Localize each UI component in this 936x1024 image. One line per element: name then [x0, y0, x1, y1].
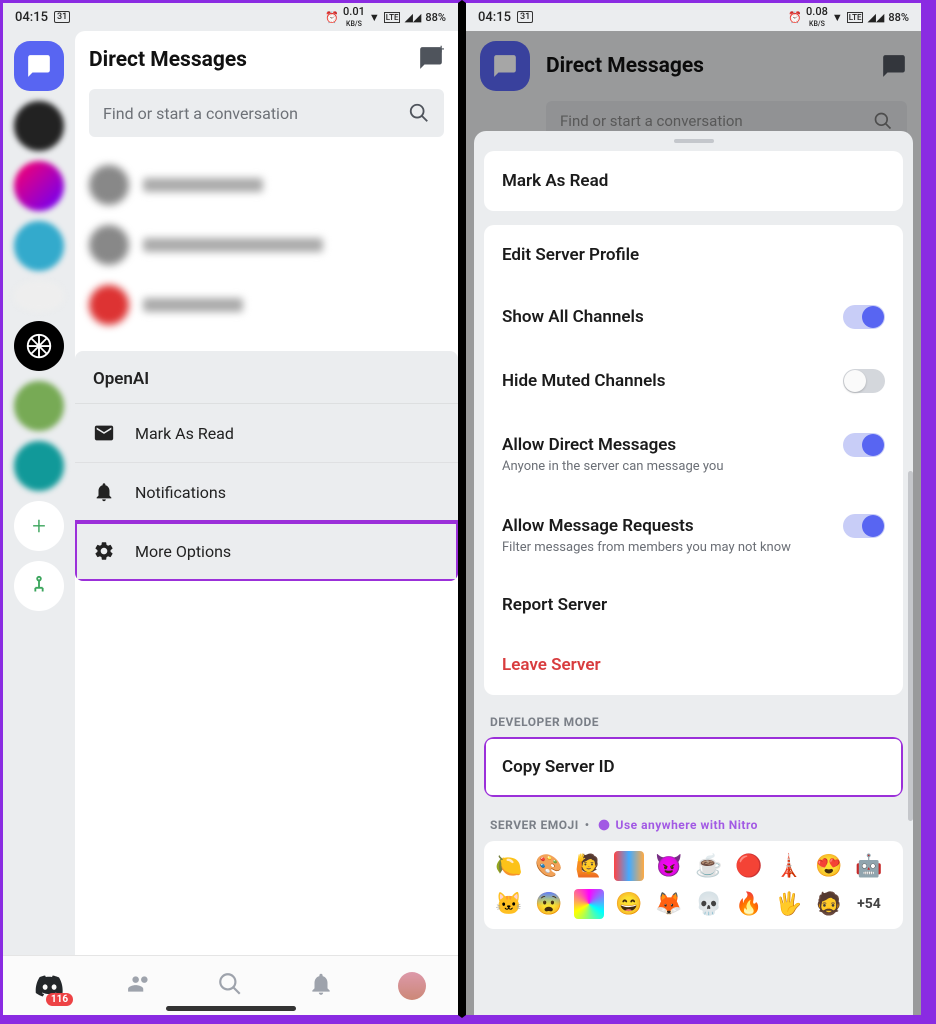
server-item[interactable]	[14, 381, 64, 431]
emoji-item[interactable]: 🔥	[734, 889, 764, 919]
emoji-item[interactable]: 😄	[614, 889, 644, 919]
dm-main-pane: Direct Messages + Find or start a conver…	[75, 31, 458, 955]
nav-profile[interactable]	[398, 972, 426, 1000]
emoji-item[interactable]: 🔴	[734, 851, 764, 881]
dm-conversation[interactable]	[89, 275, 444, 335]
emoji-item[interactable]: 🧔	[814, 889, 844, 919]
signal-icon: ◢◢	[404, 11, 421, 24]
dm-home-button[interactable]	[14, 41, 64, 91]
status-time: 04:15	[15, 10, 48, 25]
home-indicator	[166, 1006, 296, 1011]
server-item[interactable]	[14, 281, 64, 311]
dm-conversation[interactable]	[89, 155, 444, 215]
discover-button[interactable]	[14, 561, 64, 611]
bottom-nav: 116	[3, 955, 458, 1015]
ctx-more-options[interactable]: More Options	[75, 522, 458, 581]
add-server-button[interactable]: +	[14, 501, 64, 551]
scrollbar[interactable]	[908, 471, 913, 821]
emoji-item[interactable]: 🤖	[854, 851, 884, 881]
wifi-icon: ▼	[832, 11, 843, 24]
notification-badge: 116	[46, 993, 73, 1006]
more-emoji-button[interactable]: +54	[854, 889, 884, 919]
toggle-on-icon[interactable]	[843, 305, 885, 329]
search-placeholder: Find or start a conversation	[103, 104, 298, 123]
emoji-item[interactable]: 🖐️	[774, 889, 804, 919]
emoji-item[interactable]	[614, 851, 644, 881]
emoji-item[interactable]: 😍	[814, 851, 844, 881]
server-item[interactable]	[14, 441, 64, 491]
lte-icon: LTE	[847, 12, 864, 23]
emoji-item[interactable]: 🦊	[654, 889, 684, 919]
copy-server-id-button[interactable]: Copy Server ID	[484, 737, 903, 797]
emoji-item[interactable]: 🗼	[774, 851, 804, 881]
battery-label: 88%	[425, 11, 446, 24]
right-screenshot: 04:15 31 ⏰ 0.08KB/S ▼ LTE ◢◢ 88% Direct …	[462, 0, 924, 1018]
nav-friends[interactable]	[127, 971, 153, 1001]
mail-icon	[93, 422, 115, 444]
leave-server-button[interactable]: Leave Server	[484, 635, 903, 695]
signal-icon: ◢◢	[867, 11, 884, 24]
emoji-grid: 🍋 🎨 🙋 😈 ☕ 🔴 🗼 😍 🤖 🐱 😨 😄 🦊 💀 🔥 🖐️	[484, 841, 903, 929]
server-item[interactable]	[14, 101, 64, 151]
search-input[interactable]: Find or start a conversation	[89, 89, 444, 137]
server-settings-sheet: Mark As Read Edit Server Profile Show Al…	[474, 131, 913, 1015]
emoji-item[interactable]: 🍋	[494, 851, 524, 881]
hide-muted-channels-toggle[interactable]: Hide Muted Channels	[484, 349, 903, 413]
server-openai[interactable]	[14, 321, 64, 371]
allow-dm-toggle[interactable]: Allow Direct Messages Anyone in the serv…	[484, 413, 903, 494]
toggle-on-icon[interactable]	[843, 433, 885, 457]
left-screenshot: 04:15 31 ⏰ 0.01KB/S ▼ LTE ◢◢ 88% +	[0, 0, 462, 1018]
developer-mode-label: DEVELOPER MODE	[484, 709, 903, 737]
sheet-handle[interactable]	[674, 139, 714, 143]
nitro-link[interactable]: Use anywhere with Nitro	[596, 817, 758, 833]
page-title: Direct Messages	[89, 48, 247, 72]
dm-conversation[interactable]	[89, 215, 444, 275]
toggle-on-icon[interactable]	[843, 514, 885, 538]
gear-icon	[93, 540, 115, 562]
emoji-item[interactable]: ☕	[694, 851, 724, 881]
lte-icon: LTE	[384, 12, 401, 23]
alarm-icon: ⏰	[325, 11, 339, 24]
bell-icon	[93, 481, 115, 503]
svg-text:+: +	[438, 45, 445, 58]
alarm-icon: ⏰	[788, 11, 802, 24]
show-all-channels-toggle[interactable]: Show All Channels	[484, 285, 903, 349]
emoji-item[interactable]: 😈	[654, 851, 684, 881]
emoji-item[interactable]: 💀	[694, 889, 724, 919]
toggle-off-icon[interactable]	[843, 369, 885, 393]
nav-discord[interactable]: 116	[35, 970, 63, 1002]
server-emoji-label: SERVER EMOJI • Use anywhere with Nitro	[484, 811, 903, 841]
emoji-item[interactable]: 😨	[534, 889, 564, 919]
calendar-icon: 31	[54, 11, 70, 23]
server-sidebar: +	[3, 31, 75, 955]
battery-label: 88%	[888, 11, 909, 24]
emoji-item[interactable]: 🎨	[534, 851, 564, 881]
edit-server-profile-button[interactable]: Edit Server Profile	[484, 225, 903, 285]
search-icon	[408, 102, 430, 124]
ctx-notifications[interactable]: Notifications	[75, 463, 458, 522]
emoji-item[interactable]: 🙋	[574, 851, 604, 881]
server-item[interactable]	[14, 221, 64, 271]
server-context-menu: OpenAI Mark As Read Notifications	[75, 351, 458, 581]
emoji-item[interactable]	[574, 889, 604, 919]
calendar-icon: 31	[517, 11, 533, 23]
nav-notifications[interactable]	[308, 971, 334, 1001]
emoji-item[interactable]: 🐱	[494, 889, 524, 919]
nav-search[interactable]	[217, 971, 243, 1001]
allow-requests-toggle[interactable]: Allow Message Requests Filter messages f…	[484, 494, 903, 575]
status-bar: 04:15 31 ⏰ 0.01KB/S ▼ LTE ◢◢ 88%	[3, 3, 458, 31]
status-bar: 04:15 31 ⏰ 0.08KB/S ▼ LTE ◢◢ 88%	[466, 3, 921, 31]
new-message-icon[interactable]: +	[418, 45, 444, 75]
wifi-icon: ▼	[369, 11, 380, 24]
status-time: 04:15	[478, 10, 511, 25]
mark-as-read-button[interactable]: Mark As Read	[484, 151, 903, 211]
server-item[interactable]	[14, 161, 64, 211]
context-menu-title: OpenAI	[75, 351, 458, 404]
report-server-button[interactable]: Report Server	[484, 575, 903, 635]
ctx-mark-read[interactable]: Mark As Read	[75, 404, 458, 463]
